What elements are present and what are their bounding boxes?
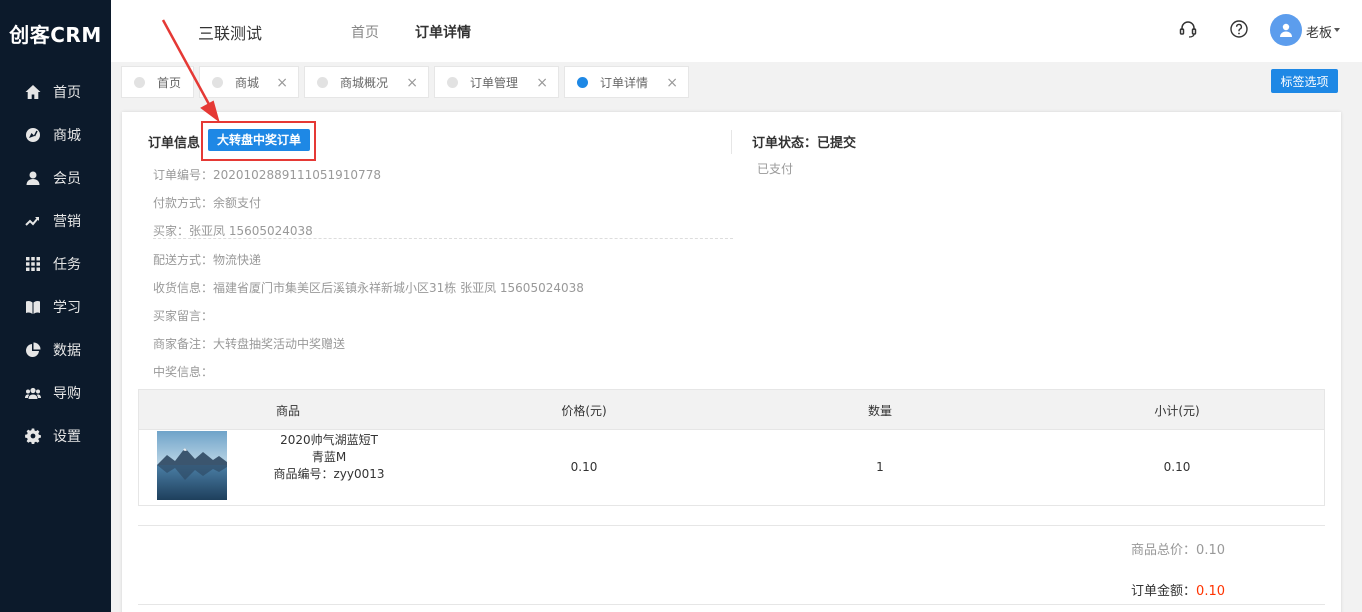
merchant-note: 商家备注：大转盘抽奖活动中奖赠送 <box>153 337 346 351</box>
shipping-info: 收货信息：福建省厦门市集美区后溪镇永祥新城小区31栋 张亚凤 156050240… <box>153 281 584 295</box>
order-items-table: 商品 价格(元) 数量 小计(元) 2020帅气湖蓝短T 青蓝M 商品编号：zy… <box>138 389 1325 506</box>
sidebar: 创客CRM 首页 商城 会员 营销 任务 学习 数据 导购 设置 <box>0 0 111 612</box>
pie-icon <box>26 342 41 357</box>
order-amount-label: 订单金额： <box>1131 584 1197 599</box>
highlight-box <box>201 121 316 161</box>
sidebar-item-guide[interactable]: 导购 <box>0 371 111 414</box>
user-avatar-icon <box>1280 23 1292 37</box>
item-price: 0.10 <box>570 460 598 474</box>
sidebar-item-members[interactable]: 会员 <box>0 156 111 199</box>
goods-total: 商品总价：0.10 <box>1131 539 1225 558</box>
tab-label: 订单管理 <box>470 75 519 90</box>
user-name[interactable]: 老板 <box>1306 22 1332 41</box>
top-bar: 三联测试 首页 订单详情 老板 <box>111 0 1362 62</box>
payment-status: 已支付 <box>757 162 794 176</box>
sidebar-item-data[interactable]: 数据 <box>0 328 111 371</box>
tab-dot-icon <box>447 76 458 88</box>
order-amount: 订单金额：0.10 <box>1131 580 1225 599</box>
tab-label: 商城概况 <box>340 75 389 90</box>
delivery-method: 配送方式：物流快递 <box>153 253 262 267</box>
help-icon[interactable] <box>1229 19 1249 39</box>
tabs-bar: 首页 商城 × 商城概况 × 订单管理 × 订单详情 × 标签选项 <box>111 62 1362 100</box>
trend-icon <box>25 216 39 226</box>
product-title[interactable]: 2020帅气湖蓝短T <box>229 432 429 449</box>
column-header: 小计(元) <box>1154 404 1200 418</box>
close-icon[interactable]: × <box>276 75 288 91</box>
divider <box>138 525 1325 526</box>
goods-total-value: 0.10 <box>1196 543 1225 558</box>
home-icon <box>25 84 41 99</box>
buyer-message: 买家留言： <box>153 309 214 323</box>
sidebar-item-label: 导购 <box>53 385 81 402</box>
headset-icon[interactable] <box>1178 19 1198 39</box>
column-header: 数量 <box>867 404 893 418</box>
product-image[interactable] <box>157 431 227 500</box>
user-icon <box>26 171 40 185</box>
sidebar-item-home[interactable]: 首页 <box>0 70 111 113</box>
order-info-title: 订单信息 <box>148 136 201 151</box>
product-spec: 青蓝M <box>311 450 347 464</box>
order-amount-value: 0.10 <box>1196 584 1225 599</box>
divider <box>138 604 1325 605</box>
sidebar-item-label: 首页 <box>53 84 81 101</box>
tab-home[interactable]: 首页 <box>121 66 194 98</box>
company-name: 三联测试 <box>198 24 263 43</box>
item-quantity: 1 <box>876 460 884 474</box>
sidebar-item-label: 会员 <box>53 170 81 187</box>
sidebar-item-label: 营销 <box>53 213 81 230</box>
table-header: 商品 价格(元) 数量 小计(元) <box>139 390 1324 430</box>
tab-order-management[interactable]: 订单管理 × <box>434 66 559 98</box>
order-status-title: 订单状态：已提交 <box>752 136 857 151</box>
tab-dot-icon <box>317 76 328 88</box>
product-code: 商品编号：zyy0013 <box>273 467 385 481</box>
close-icon[interactable]: × <box>536 75 548 91</box>
tab-mall-overview[interactable]: 商城概况 × <box>304 66 429 98</box>
sidebar-item-mall[interactable]: 商城 <box>0 113 111 156</box>
divider <box>153 238 733 239</box>
grid-icon <box>26 256 40 271</box>
sidebar-item-label: 设置 <box>53 428 81 445</box>
payment-method: 付款方式：余额支付 <box>153 196 262 210</box>
caret-down-icon[interactable] <box>1334 28 1340 32</box>
prize-info: 中奖信息： <box>153 365 214 379</box>
goods-total-label: 商品总价： <box>1131 543 1197 558</box>
top-link-home[interactable]: 首页 <box>351 22 379 42</box>
close-icon[interactable]: × <box>666 75 678 91</box>
tab-order-detail[interactable]: 订单详情 × <box>564 66 689 98</box>
order-detail-card: 订单信息 大转盘中奖订单 订单状态：已提交 已支付 订单编号：202010288… <box>122 112 1341 612</box>
close-icon[interactable]: × <box>406 75 418 91</box>
sidebar-item-tasks[interactable]: 任务 <box>0 242 111 285</box>
tab-label: 首页 <box>157 75 182 90</box>
gear-icon <box>25 428 41 444</box>
book-icon <box>26 300 40 314</box>
sidebar-item-learning[interactable]: 学习 <box>0 285 111 328</box>
buyer: 买家：张亚凤 15605024038 <box>153 224 313 238</box>
sidebar-item-label: 商城 <box>53 127 81 144</box>
top-link-order-detail[interactable]: 订单详情 <box>415 22 471 42</box>
sidebar-item-label: 数据 <box>53 342 81 359</box>
column-header: 商品 <box>275 404 301 418</box>
item-subtotal: 0.10 <box>1163 460 1191 474</box>
tag-options-button[interactable]: 标签选项 <box>1271 69 1338 93</box>
order-number: 订单编号：2020102889111051910778 <box>153 168 381 182</box>
avatar[interactable] <box>1270 14 1302 46</box>
tab-label: 订单详情 <box>600 75 649 90</box>
divider <box>731 130 732 154</box>
column-header: 价格(元) <box>561 404 607 418</box>
sidebar-item-marketing[interactable]: 营销 <box>0 199 111 242</box>
product-name: 2020帅气湖蓝短T 青蓝M 商品编号：zyy0013 <box>229 432 429 483</box>
tab-dot-icon <box>212 76 223 88</box>
sidebar-item-label: 任务 <box>53 256 81 273</box>
compass-icon <box>26 127 40 142</box>
sidebar-item-settings[interactable]: 设置 <box>0 414 111 457</box>
app-logo: 创客CRM <box>9 23 102 47</box>
tab-dot-icon <box>134 76 145 88</box>
sidebar-item-label: 学习 <box>53 299 81 316</box>
tab-mall[interactable]: 商城 × <box>199 66 299 98</box>
group-icon <box>25 387 41 399</box>
tab-label: 商城 <box>235 75 260 90</box>
tab-dot-icon <box>577 76 588 88</box>
